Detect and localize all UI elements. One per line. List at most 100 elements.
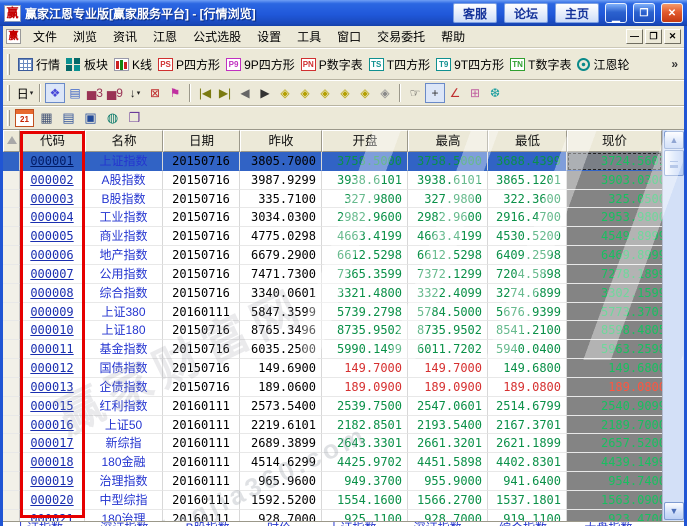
table-row[interactable]: 000012国债指数20150716149.6900149.7000149.70… — [3, 359, 662, 378]
toolbar-overflow-chevron[interactable]: » — [671, 57, 680, 71]
angle-tool-button[interactable]: ∠ — [445, 83, 465, 103]
table-row[interactable]: 000005商业指数201507164775.02984663.41994663… — [3, 227, 662, 246]
stock-code-link[interactable]: 000011 — [30, 342, 73, 356]
calendar-button[interactable]: 21 — [15, 109, 34, 127]
table-row[interactable]: 000020中型综指201601111592.52001554.16001566… — [3, 491, 662, 510]
knot-tool-button[interactable]: ❆ — [485, 83, 505, 103]
next-page-button[interactable]: ▶ — [255, 83, 275, 103]
stock-code-link[interactable]: 000007 — [30, 267, 73, 281]
scrollbar-thumb[interactable] — [664, 150, 684, 176]
hand-tool-button[interactable]: ☞ — [405, 83, 425, 103]
first-page-button[interactable]: |◀ — [195, 83, 215, 103]
table-row[interactable]: 000013企债指数20150716189.0600189.0900189.09… — [3, 378, 662, 397]
menu-item-3[interactable]: 江恩 — [145, 26, 185, 47]
column-header-name[interactable]: 名称 — [85, 130, 163, 152]
vertical-scrollbar[interactable]: ▲ ▼ — [662, 130, 684, 521]
close-button[interactable]: ✕ — [661, 3, 683, 23]
menu-item-0[interactable]: 文件 — [25, 26, 65, 47]
column-header-code[interactable]: 代码 — [20, 130, 85, 152]
stock-code-link[interactable]: 000018 — [30, 455, 73, 469]
stock-code-link[interactable]: 000006 — [30, 248, 73, 262]
table-row[interactable]: 000015红利指数201601112573.54002539.75002547… — [3, 397, 662, 416]
stock-code-link[interactable]: 000003 — [30, 192, 73, 206]
stock-code-link[interactable]: 000020 — [30, 493, 73, 507]
expand-h-diamond-button[interactable]: ◈ — [315, 83, 335, 103]
toolbar-t-square-button[interactable]: TST四方形 — [366, 54, 433, 75]
menu-item-8[interactable]: 交易委托 — [369, 26, 433, 47]
toolbar-gripper[interactable] — [7, 110, 10, 125]
gann-web-button[interactable]: ❖ — [45, 83, 65, 103]
table-row[interactable]: 000021180治理20160111928.7000925.1100928.7… — [3, 510, 662, 521]
table-row[interactable]: 000008综合指数201507163340.06013321.48003322… — [3, 284, 662, 303]
table-row[interactable]: 000011基金指数201507166035.25005990.14996011… — [3, 340, 662, 359]
toolbar-p-number-button[interactable]: PNP数字表 — [298, 54, 366, 75]
table-row[interactable]: 000016上证50201601112219.61012182.85012193… — [3, 416, 662, 435]
table-row[interactable]: 000002A股指数201507163987.92993938.61013938… — [3, 171, 662, 190]
customer-service-button[interactable]: 客服 — [453, 3, 497, 23]
compress-v-diamond-button[interactable]: ◈ — [375, 83, 395, 103]
stock-code-link[interactable]: 000015 — [30, 399, 73, 413]
table-row[interactable]: 000006地产指数201507166679.29006612.52986612… — [3, 246, 662, 265]
network-button[interactable]: ❒ — [125, 109, 144, 127]
period-day-button[interactable]: 日▾ — [15, 83, 35, 103]
minimize-button[interactable]: ▁ — [605, 3, 627, 23]
flag-chart-button[interactable]: ⚑ — [165, 83, 185, 103]
table-row[interactable]: 000001上证指数201507163805.70003758.50003758… — [3, 152, 662, 171]
table-row[interactable]: 000009上证380201601115847.35995739.2798578… — [3, 303, 662, 322]
toolbar-p-square-button[interactable]: PSP四方形 — [155, 54, 223, 75]
prev-page-button[interactable]: ◀ — [235, 83, 255, 103]
cross-tool-button[interactable]: + — [425, 83, 445, 103]
toolbar-9t-square-button[interactable]: T99T四方形 — [433, 54, 507, 75]
table-row[interactable]: 000019治理指数20160111965.9600949.3700955.90… — [3, 472, 662, 491]
calculator-button[interactable]: ▦ — [37, 109, 56, 127]
stock-code-link[interactable]: 000016 — [30, 418, 73, 432]
grid-tool-button[interactable]: ⊠ — [145, 83, 165, 103]
toolbar-t-number-button[interactable]: TNT数字表 — [507, 54, 574, 75]
chart-split-3-button[interactable]: ▅3 — [85, 83, 105, 103]
stock-code-link[interactable]: 000005 — [30, 229, 73, 243]
stock-code-link[interactable]: 000001 — [30, 154, 73, 168]
gann-grid-button[interactable]: ⊞ — [465, 83, 485, 103]
export-disk-button[interactable]: ◍ — [103, 109, 122, 127]
column-header-high[interactable]: 最高 — [408, 130, 488, 152]
scrollbar-up-button[interactable]: ▲ — [664, 131, 684, 149]
mdi-close-button[interactable]: ✕ — [664, 29, 681, 44]
menu-item-2[interactable]: 资讯 — [105, 26, 145, 47]
homepage-button[interactable]: 主页 — [555, 3, 599, 23]
forum-button[interactable]: 论坛 — [504, 3, 548, 23]
stock-code-link[interactable]: 000008 — [30, 286, 73, 300]
column-header-low[interactable]: 最低 — [488, 130, 567, 152]
maximize-button[interactable]: ❐ — [633, 3, 655, 23]
chart-split-9-button[interactable]: ▅9 — [105, 83, 125, 103]
mdi-minimize-button[interactable]: — — [626, 29, 643, 44]
column-header-price[interactable]: 现价 — [567, 130, 662, 152]
scrollbar-down-button[interactable]: ▼ — [664, 502, 684, 520]
stock-code-link[interactable]: 000010 — [30, 323, 73, 337]
toolbar-gripper[interactable] — [7, 54, 10, 75]
menu-item-7[interactable]: 窗口 — [329, 26, 369, 47]
toolbar-quotes-button[interactable]: 行情 — [15, 54, 63, 75]
table-row[interactable]: 000017新综指201601112689.38992643.33012661.… — [3, 434, 662, 453]
column-header-prev-close[interactable]: 昨收 — [240, 130, 322, 152]
footer-ticker-strip[interactable]: 上证指数 深证指数 B股指数 时价 上证指数 深证指数 综合指数 大盘指数 — [3, 521, 684, 526]
save-button[interactable]: ▣ — [81, 109, 100, 127]
table-row[interactable]: 000007公用指数201507167471.73007365.35997372… — [3, 265, 662, 284]
expand-v-diamond-button[interactable]: ◈ — [355, 83, 375, 103]
menu-item-1[interactable]: 浏览 — [65, 26, 105, 47]
notebook-button[interactable]: ▤ — [59, 109, 78, 127]
column-header-date[interactable]: 日期 — [163, 130, 240, 152]
stock-code-link[interactable]: 000013 — [30, 380, 73, 394]
menu-item-6[interactable]: 工具 — [289, 26, 329, 47]
toolbar-9p-square-button[interactable]: P99P四方形 — [223, 54, 298, 75]
compress-h-diamond-button[interactable]: ◈ — [335, 83, 355, 103]
menu-item-5[interactable]: 设置 — [249, 26, 289, 47]
stock-code-link[interactable]: 000021 — [30, 512, 73, 521]
stock-code-link[interactable]: 000004 — [30, 210, 73, 224]
table-row[interactable]: 000010上证180201507168765.34968735.9502873… — [3, 321, 662, 340]
toolbar-gann-wheel-button[interactable]: 江恩轮 — [574, 54, 632, 75]
column-header-open[interactable]: 开盘 — [322, 130, 408, 152]
toolbar-kline-button[interactable]: K线 — [111, 54, 155, 75]
table-row[interactable]: 000004工业指数201507163034.03002982.96002982… — [3, 208, 662, 227]
stock-code-link[interactable]: 000019 — [30, 474, 73, 488]
zoom-right-diamond-button[interactable]: ◈ — [295, 83, 315, 103]
